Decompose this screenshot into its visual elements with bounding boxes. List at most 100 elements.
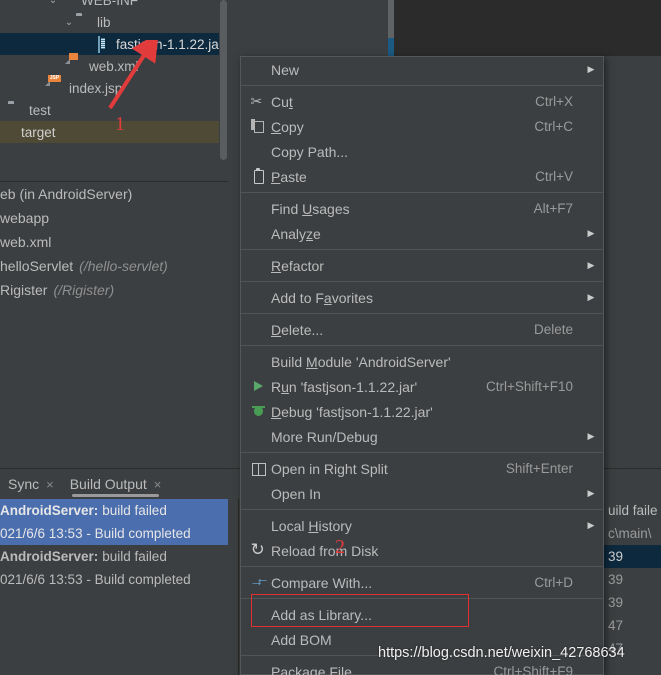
menu-item-open-in[interactable]: Open In ▶ [241,481,603,506]
build-message-row[interactable]: 021/6/6 13:53 - Build completed [0,568,228,591]
build-detail-column[interactable]: uild faile c\main\ 39 39 39 47 47 [604,499,661,675]
build-tab-sync[interactable]: Sync × [0,469,62,499]
scrollbar-thumb[interactable] [220,0,227,160]
tree-row[interactable]: web.xml [0,55,228,77]
build-detail-row[interactable]: 47 [604,614,661,637]
tree-row-icon [48,80,65,96]
menu-item-build-module-androidserver[interactable]: Build Module 'AndroidServer' [241,349,603,374]
menu-item-label: Analyze [271,225,321,242]
menu-item-paste[interactable]: Paste Ctrl+V [241,164,603,189]
menu-item-label: Add to Favorites [271,289,373,306]
menu-item-copy-path[interactable]: Copy Path... [241,139,603,164]
build-detail-row[interactable]: c\main\ [604,522,661,545]
tree-row[interactable]: target [0,121,228,143]
chevron-down-icon[interactable]: ⌄ [46,0,60,6]
menu-item-delete[interactable]: Delete... Delete [241,317,603,342]
menu-item-shortcut: Ctrl+X [535,94,573,109]
menu-item-label: Copy Path... [271,143,349,160]
build-message-list[interactable]: AndroidServer: build failed 021/6/6 13:53 … [0,499,228,591]
tree-row-label: fastjson-1.1.22.jar [116,36,224,52]
submenu-arrow-icon: ▶ [587,228,595,238]
structure-row[interactable]: helloServlet (/hello-servlet) [0,254,228,278]
tree-row-label: test [29,102,51,118]
build-detail-row[interactable]: 39 [604,591,661,614]
menu-item-cut[interactable]: Cut Ctrl+X [241,89,603,114]
structure-panel[interactable]: eb (in AndroidServer) webapp web.xml helloS… [0,182,228,468]
menu-separator [241,452,603,453]
menu-item-label: More Run/Debug [271,428,378,445]
project-tree-scrollbar[interactable] [219,0,228,160]
close-icon[interactable]: × [46,477,54,492]
menu-item-icon [245,424,271,449]
menu-item-reload-from-disk[interactable]: Reload from Disk [241,538,603,563]
structure-row[interactable]: webapp [0,206,228,230]
menu-item-add-bom[interactable]: Add BOM [241,627,603,652]
menu-item-debug-fastjson-1-1-22-jar[interactable]: Debug 'fastjson-1.1.22.jar' [241,399,603,424]
build-message-row[interactable]: 021/6/6 13:53 - Build completed [0,522,228,545]
menu-item-package-file[interactable]: Package File Ctrl+Shift+F9 [241,659,603,675]
tree-row[interactable]: index.jsp [0,77,228,99]
menu-separator [241,509,603,510]
menu-item-open-in-right-split[interactable]: Open in Right Split Shift+Enter [241,456,603,481]
menu-item-find-usages[interactable]: Find Usages Alt+F7 [241,196,603,221]
project-tree-panel[interactable]: ⌄ WEB-INF ⌄ lib fastjson-1.1.22.jar web.xml in… [0,0,228,468]
tree-row[interactable]: ⌄ WEB-INF [0,0,228,11]
menu-item-run-fastjson-1-1-22-jar[interactable]: Run 'fastjson-1.1.22.jar' Ctrl+Shift+F10 [241,374,603,399]
menu-item-icon [245,481,271,506]
build-detail-row[interactable]: 39 [604,545,661,568]
chevron-down-icon[interactable]: ⌄ [62,17,76,28]
build-detail-row[interactable]: uild faile [604,499,661,522]
menu-item-refactor[interactable]: Refactor ▶ [241,253,603,278]
build-detail-row[interactable]: 39 [604,568,661,591]
tree-row-icon [95,36,112,53]
menu-item-icon [245,374,271,399]
structure-row-path: (/Rigister) [53,282,115,298]
tree-row-label: lib [97,14,111,30]
tree-row[interactable]: fastjson-1.1.22.jar [0,33,228,55]
structure-row-label: webapp [0,210,50,226]
build-tab-label: Sync [8,476,40,492]
copy-icon [250,119,266,134]
menu-item-local-history[interactable]: Local History ▶ [241,513,603,538]
build-tab-build-output[interactable]: Build Output × [62,469,170,499]
menu-item-icon [245,399,271,424]
menu-item-shortcut: Ctrl+Shift+F9 [493,664,573,675]
build-message-row[interactable]: AndroidServer: build failed [0,499,228,522]
tree-row-label: index.jsp [69,80,123,96]
menu-item-shortcut: Shift+Enter [505,461,573,476]
menu-item-copy[interactable]: Copy Ctrl+C [241,114,603,139]
structure-row[interactable]: eb (in AndroidServer) [0,182,228,206]
menu-separator [241,249,603,250]
tree-row-label: WEB-INF [81,0,138,8]
menu-item-icon [245,57,271,82]
structure-row[interactable]: web.xml [0,230,228,254]
close-icon[interactable]: × [154,477,162,492]
menu-item-analyze[interactable]: Analyze ▶ [241,221,603,246]
tree-row[interactable]: test [0,99,228,121]
build-message-text: build failed [102,549,167,564]
build-detail-row[interactable]: 47 [604,637,661,660]
menu-item-add-as-library[interactable]: Add as Library... [241,602,603,627]
menu-item-label: Run 'fastjson-1.1.22.jar' [271,378,418,395]
menu-item-label: Package File [271,663,352,675]
context-menu[interactable]: New ▶ Cut Ctrl+X Copy Ctrl+C Copy Path... Paste… [240,56,604,675]
build-tab-label: Build Output [69,476,147,492]
tree-row-icon [68,58,85,74]
menu-item-shortcut: Ctrl+V [535,169,573,184]
tree-row[interactable]: ⌄ lib [0,11,228,33]
menu-item-new[interactable]: New ▶ [241,57,603,82]
structure-row[interactable]: Rigister (/Rigister) [0,278,228,302]
menu-item-icon [245,627,271,652]
debug-icon [251,404,266,419]
menu-item-add-to-favorites[interactable]: Add to Favorites ▶ [241,285,603,310]
menu-item-label: Add as Library... [271,606,372,623]
menu-item-more-run-debug[interactable]: More Run/Debug ▶ [241,424,603,449]
build-message-module: AndroidServer: [0,503,99,518]
menu-item-compare-with[interactable]: Compare With... Ctrl+D [241,570,603,595]
split-icon [251,461,266,476]
build-message-text: 021/6/6 13:53 - Build completed [0,526,191,541]
structure-row-label: eb (in AndroidServer) [0,186,133,202]
submenu-arrow-icon: ▶ [587,520,595,530]
ide-window: ⌄ WEB-INF ⌄ lib fastjson-1.1.22.jar web.xml in… [0,0,661,675]
build-message-row[interactable]: AndroidServer: build failed [0,545,228,568]
